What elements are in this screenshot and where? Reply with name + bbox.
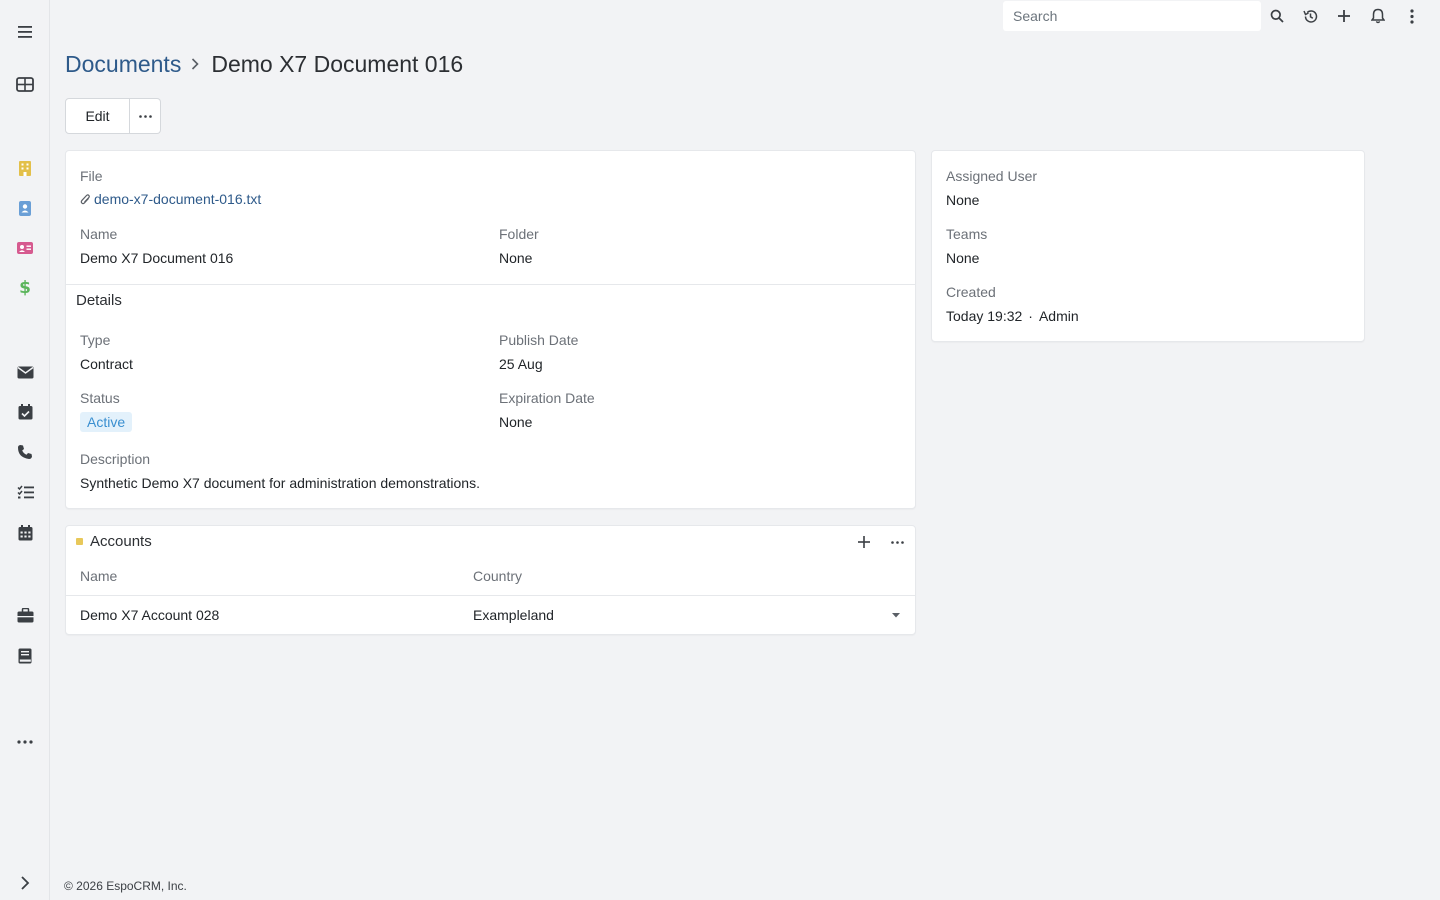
nav-calendar[interactable] <box>8 518 42 548</box>
nav-calls[interactable] <box>8 437 42 467</box>
nav-contacts[interactable] <box>8 193 42 223</box>
recently-viewed-button[interactable] <box>1295 1 1325 31</box>
contact-icon <box>19 200 31 216</box>
accounts-panel: Accounts Name Country Demo X7 Account 02… <box>65 525 916 635</box>
briefcase-icon <box>17 607 33 622</box>
grid-icon <box>16 76 34 92</box>
edit-button[interactable]: Edit <box>65 98 130 134</box>
assigned-user-label: Assigned User <box>946 168 1038 184</box>
sidebar: $ <box>0 0 50 900</box>
vertical-dots-icon <box>1410 8 1414 24</box>
record-actions: Edit <box>65 98 161 134</box>
divider <box>66 284 915 285</box>
row-actions-button[interactable] <box>887 606 905 624</box>
plus-icon <box>858 536 870 548</box>
description-label: Description <box>80 451 151 467</box>
publish-date-value: 25 Aug <box>499 356 543 372</box>
main-menu-button[interactable] <box>1397 1 1427 31</box>
column-header-name[interactable]: Name <box>80 568 117 584</box>
nav-knowledge-base[interactable] <box>8 641 42 671</box>
divider <box>66 595 915 596</box>
menu-toggle-button[interactable] <box>8 17 42 47</box>
name-value: Demo X7 Document 016 <box>80 250 234 266</box>
expiration-date-value: None <box>499 414 533 430</box>
tasks-icon <box>16 485 34 498</box>
search-button[interactable] <box>1262 1 1292 31</box>
add-account-button[interactable] <box>851 530 877 554</box>
created-value: Today 19:32 · Admin <box>946 308 1079 324</box>
column-header-country[interactable]: Country <box>473 568 522 584</box>
file-name: demo-x7-document-016.txt <box>94 191 262 207</box>
detail-panel: File demo-x7-document-016.txt Name Demo … <box>65 150 916 509</box>
dollar-icon: $ <box>19 278 31 298</box>
nav-tasks[interactable] <box>8 477 42 507</box>
status-label: Status <box>80 390 120 406</box>
side-panel: Assigned User None Teams None Created To… <box>931 150 1365 342</box>
footer-copyright: © 2026 EspoCRM, Inc. <box>64 879 187 893</box>
search-icon <box>1270 9 1284 23</box>
nav-accounts[interactable] <box>8 153 42 183</box>
account-name-link[interactable]: Demo X7 Account 028 <box>80 607 219 623</box>
notifications-button[interactable] <box>1363 1 1393 31</box>
status-badge: Active <box>80 412 133 432</box>
file-label: File <box>80 168 103 184</box>
nav-emails[interactable] <box>8 357 42 387</box>
nav-meetings[interactable] <box>8 397 42 427</box>
phone-icon <box>18 445 32 459</box>
teams-label: Teams <box>946 226 988 242</box>
nav-dashboard[interactable] <box>8 69 42 99</box>
created-by: Admin <box>1038 308 1079 324</box>
folder-value: None <box>499 250 533 266</box>
nav-opportunities[interactable]: $ <box>8 273 42 303</box>
expiration-date-label: Expiration Date <box>499 390 595 406</box>
more-actions-button[interactable] <box>130 98 161 134</box>
created-label: Created <box>946 284 996 300</box>
bell-icon <box>1371 8 1385 24</box>
name-label: Name <box>80 226 118 242</box>
sidebar-expand-button[interactable] <box>8 868 42 898</box>
calendar-icon <box>18 525 32 541</box>
history-icon <box>1302 9 1317 23</box>
book-icon <box>18 648 32 664</box>
menu-icon <box>18 26 32 38</box>
accounts-panel-title: Accounts <box>90 533 152 550</box>
chevron-right-icon <box>191 58 199 70</box>
more-icon <box>890 540 904 544</box>
global-search-input[interactable] <box>1003 1 1261 31</box>
accounts-panel-title-text: Accounts <box>90 533 152 550</box>
page-title: Demo X7 Document 016 <box>211 50 464 77</box>
caret-down-icon <box>892 612 900 617</box>
nav-cases[interactable] <box>8 600 42 630</box>
chevron-right-icon <box>21 876 30 890</box>
nav-more[interactable] <box>8 727 42 757</box>
details-section-title: Details <box>76 292 122 309</box>
plus-icon <box>1338 10 1350 22</box>
building-icon <box>19 160 31 176</box>
more-icon <box>138 114 152 118</box>
breadcrumb-documents-link[interactable]: Documents <box>65 51 181 78</box>
assigned-user-value: None <box>946 192 980 208</box>
quick-create-button[interactable] <box>1329 1 1359 31</box>
nav-leads[interactable] <box>8 233 42 263</box>
accounts-panel-menu-button[interactable] <box>884 530 910 554</box>
type-value: Contract <box>80 356 133 372</box>
publish-date-label: Publish Date <box>499 332 579 348</box>
description-value: Synthetic Demo X7 document for administr… <box>80 475 480 491</box>
file-attachment-link[interactable]: demo-x7-document-016.txt <box>80 191 261 207</box>
folder-label: Folder <box>499 226 539 242</box>
teams-value: None <box>946 250 980 266</box>
created-time: Today 19:32 <box>946 308 1023 324</box>
paperclip-icon <box>80 193 90 204</box>
calendar-check-icon <box>18 404 32 420</box>
id-card-icon <box>17 242 33 254</box>
envelope-icon <box>17 366 33 378</box>
breadcrumb: Documents Demo X7 Document 016 <box>65 48 463 80</box>
accounts-color-icon <box>76 538 83 545</box>
account-country: Exampleland <box>473 607 554 623</box>
created-separator: · <box>1028 308 1033 324</box>
more-icon <box>17 740 33 744</box>
type-label: Type <box>80 332 111 348</box>
